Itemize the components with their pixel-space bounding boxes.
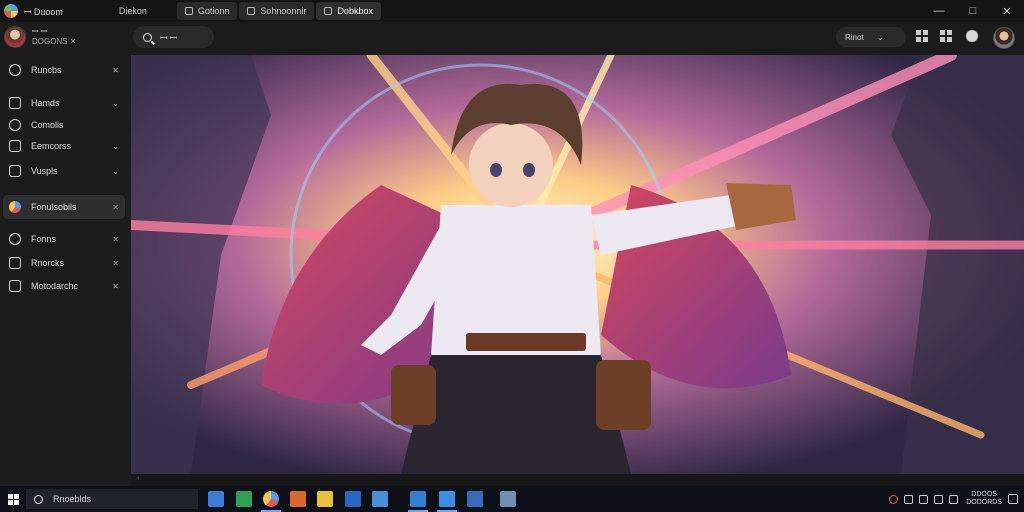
store-app-icon[interactable] [372,491,388,507]
clock-time: DDOOS [971,491,997,498]
close-icon[interactable]: ✕ [112,203,119,212]
grid-view-icon[interactable] [916,30,928,42]
sidebar-item-label: Fonns [31,234,57,244]
chevron-down-icon[interactable]: ⌄ [112,142,119,151]
profile-subtitle: DOGONS ✕ [32,37,77,46]
close-icon[interactable]: ✕ [112,66,119,75]
tab-label: Sohnoonnir [260,6,307,16]
sidebar-item-motodarchc[interactable]: Motodarchc ✕ [3,274,125,298]
app-name: ꟷ Duoom [24,6,63,17]
search-input[interactable]: ꟷ ꟷ [133,26,214,48]
artwork-illustration [131,55,1024,474]
search-placeholder: ꟷ ꟷ [160,32,178,43]
tab-label: Diekon [118,6,147,16]
chat-app-icon[interactable] [437,491,457,512]
filter-dropdown[interactable]: Rinot ⌄ [836,27,906,47]
avatar [4,26,26,48]
search-icon [34,494,43,504]
spreadsheet-app-icon[interactable] [236,491,252,507]
sidebar-item-eemcorss[interactable]: Eemcorss ⌄ [3,134,125,158]
task-view-icon[interactable] [208,491,224,507]
title-bar: ꟷ Duoom Diekon Gotionn Sohnoonnir Dobkbo… [0,0,1024,22]
chevron-down-icon[interactable]: ⌄ [112,99,119,108]
sidebar-item-label: Runcbs [31,65,62,75]
minimize-button[interactable]: — [922,0,956,22]
settings-icon[interactable] [966,30,978,42]
sidebar-item-fonns[interactable]: Fonns ✕ [3,227,125,251]
puzzle-icon [9,257,21,269]
tab-gotionn[interactable]: Gotionn [176,2,238,20]
tab-sohnoonnir[interactable]: Sohnoonnir [239,2,315,20]
taskbar-search[interactable]: Rnoeblds [26,489,198,509]
scroll-left-icon[interactable]: ‹ [137,475,139,482]
system-tray: DDOOS DODORDS [889,486,1024,512]
scroll-area[interactable]: ‹ [131,474,1024,486]
star-icon [9,97,21,109]
sidebar-item-label: Eemcorss [31,141,72,151]
tab-label: Dobkbox [337,6,373,16]
artwork-image [131,55,1024,474]
folder-icon [9,140,21,152]
chevron-up-icon[interactable] [904,494,914,504]
maximize-button[interactable]: □ [956,0,990,22]
network-icon[interactable] [919,494,929,504]
alert-icon[interactable] [889,494,899,504]
volume-icon[interactable] [934,494,944,504]
sidebar-item-label: Comolis [31,120,64,130]
taskbar: Rnoeblds DDOOS DODORDS [0,486,1024,512]
user-avatar[interactable] [993,27,1015,49]
tag-icon [9,165,21,177]
history-icon [9,64,21,76]
sidebar-item-vuspls[interactable]: Vuspls ⌄ [3,159,125,183]
battery-icon[interactable] [949,494,959,504]
browser-app-icon[interactable] [261,491,281,512]
page-icon [324,7,333,15]
app-logo-icon[interactable] [4,4,18,18]
photos-app-icon[interactable] [290,491,306,507]
folder-app-icon[interactable] [317,491,333,507]
profile[interactable]: ꟷ ꟷ DOGONS ✕ [4,26,76,48]
profile-text: ꟷ ꟷ DOGONS ✕ [32,27,76,47]
sidebar-item-label: Vuspls [31,166,58,176]
mail-app-icon[interactable] [408,491,428,512]
filter-label: Rinot [845,32,864,42]
sidebar-item-label: Fonulsobils [31,202,77,212]
chevron-down-icon[interactable]: ⌄ [112,167,119,176]
globe-icon [9,201,21,213]
sidebar-item-label: Motodarchc [31,281,79,291]
search-icon [143,32,152,42]
tab-diekon[interactable]: Diekon [111,2,155,20]
close-icon[interactable]: ✕ [112,282,119,291]
sidebar: ꟷ ꟷ DOGONS ✕ Runcbs ✕ Hamds ⌄ Comolis Ee… [0,22,131,486]
circle-icon [9,119,21,131]
sidebar-item-fonulsobils[interactable]: Fonulsobils ✕ [3,195,125,219]
sidebar-item-rnorcks[interactable]: Rnorcks ✕ [3,251,125,275]
windows-icon [7,493,19,505]
notifications-icon[interactable] [1008,494,1018,504]
close-icon[interactable]: ✕ [112,235,119,244]
clock[interactable]: DDOOS DODORDS [966,491,1002,507]
tab-label: Gotionn [197,6,230,16]
profile-name: ꟷ ꟷ [32,27,48,36]
shield-icon [9,280,21,292]
sidebar-item-label: Hamds [31,98,60,108]
window-controls: — □ ✕ [922,0,1024,22]
start-button[interactable] [0,486,26,512]
taskbar-search-text: Rnoeblds [53,494,92,504]
tab-dobkbox[interactable]: Dobkbox [316,2,381,20]
clock-date: DODORDS [966,499,1002,506]
close-button[interactable]: ✕ [990,0,1024,22]
page-icon [247,7,256,15]
page-icon [184,7,193,15]
sidebar-item-hamds[interactable]: Hamds ⌄ [3,91,125,115]
palette-icon [9,233,21,245]
security-app-icon[interactable] [500,491,516,507]
sidebar-item-runcbs[interactable]: Runcbs ✕ [3,58,125,82]
chevron-down-icon: ⌄ [876,32,884,42]
editor-app-icon[interactable] [345,491,361,507]
extensions-icon[interactable] [940,30,952,42]
close-icon[interactable]: ✕ [112,259,119,268]
sidebar-item-label: Rnorcks [31,258,65,268]
calendar-app-icon[interactable] [467,491,483,507]
